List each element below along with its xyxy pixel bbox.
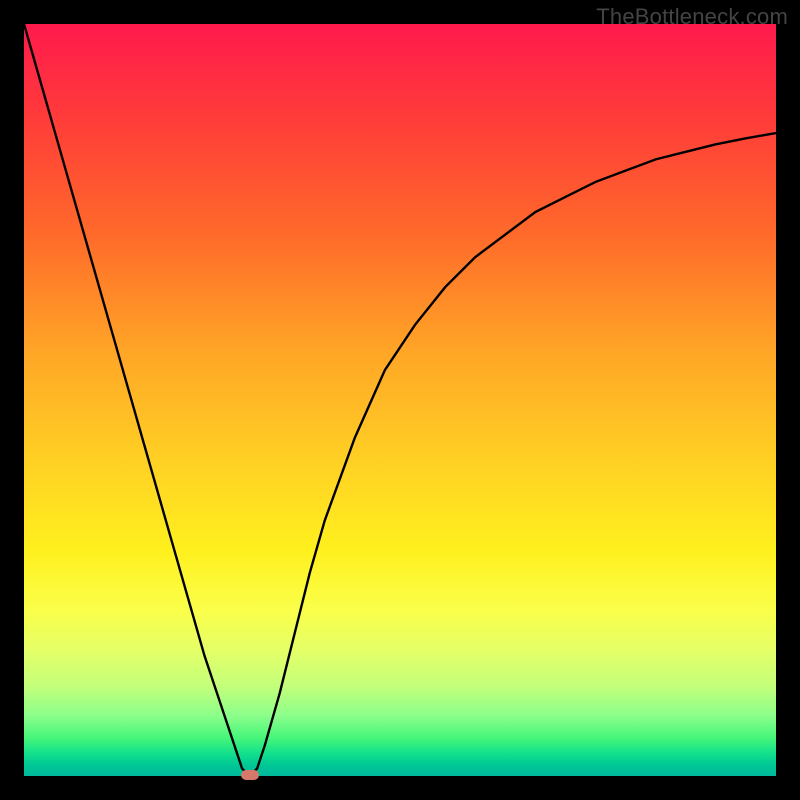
curve-path <box>24 24 776 776</box>
chart-plot-area <box>24 24 776 776</box>
watermark-text: TheBottleneck.com <box>596 4 788 30</box>
optimal-point-marker <box>241 770 259 780</box>
chart-curve-svg <box>24 24 776 776</box>
